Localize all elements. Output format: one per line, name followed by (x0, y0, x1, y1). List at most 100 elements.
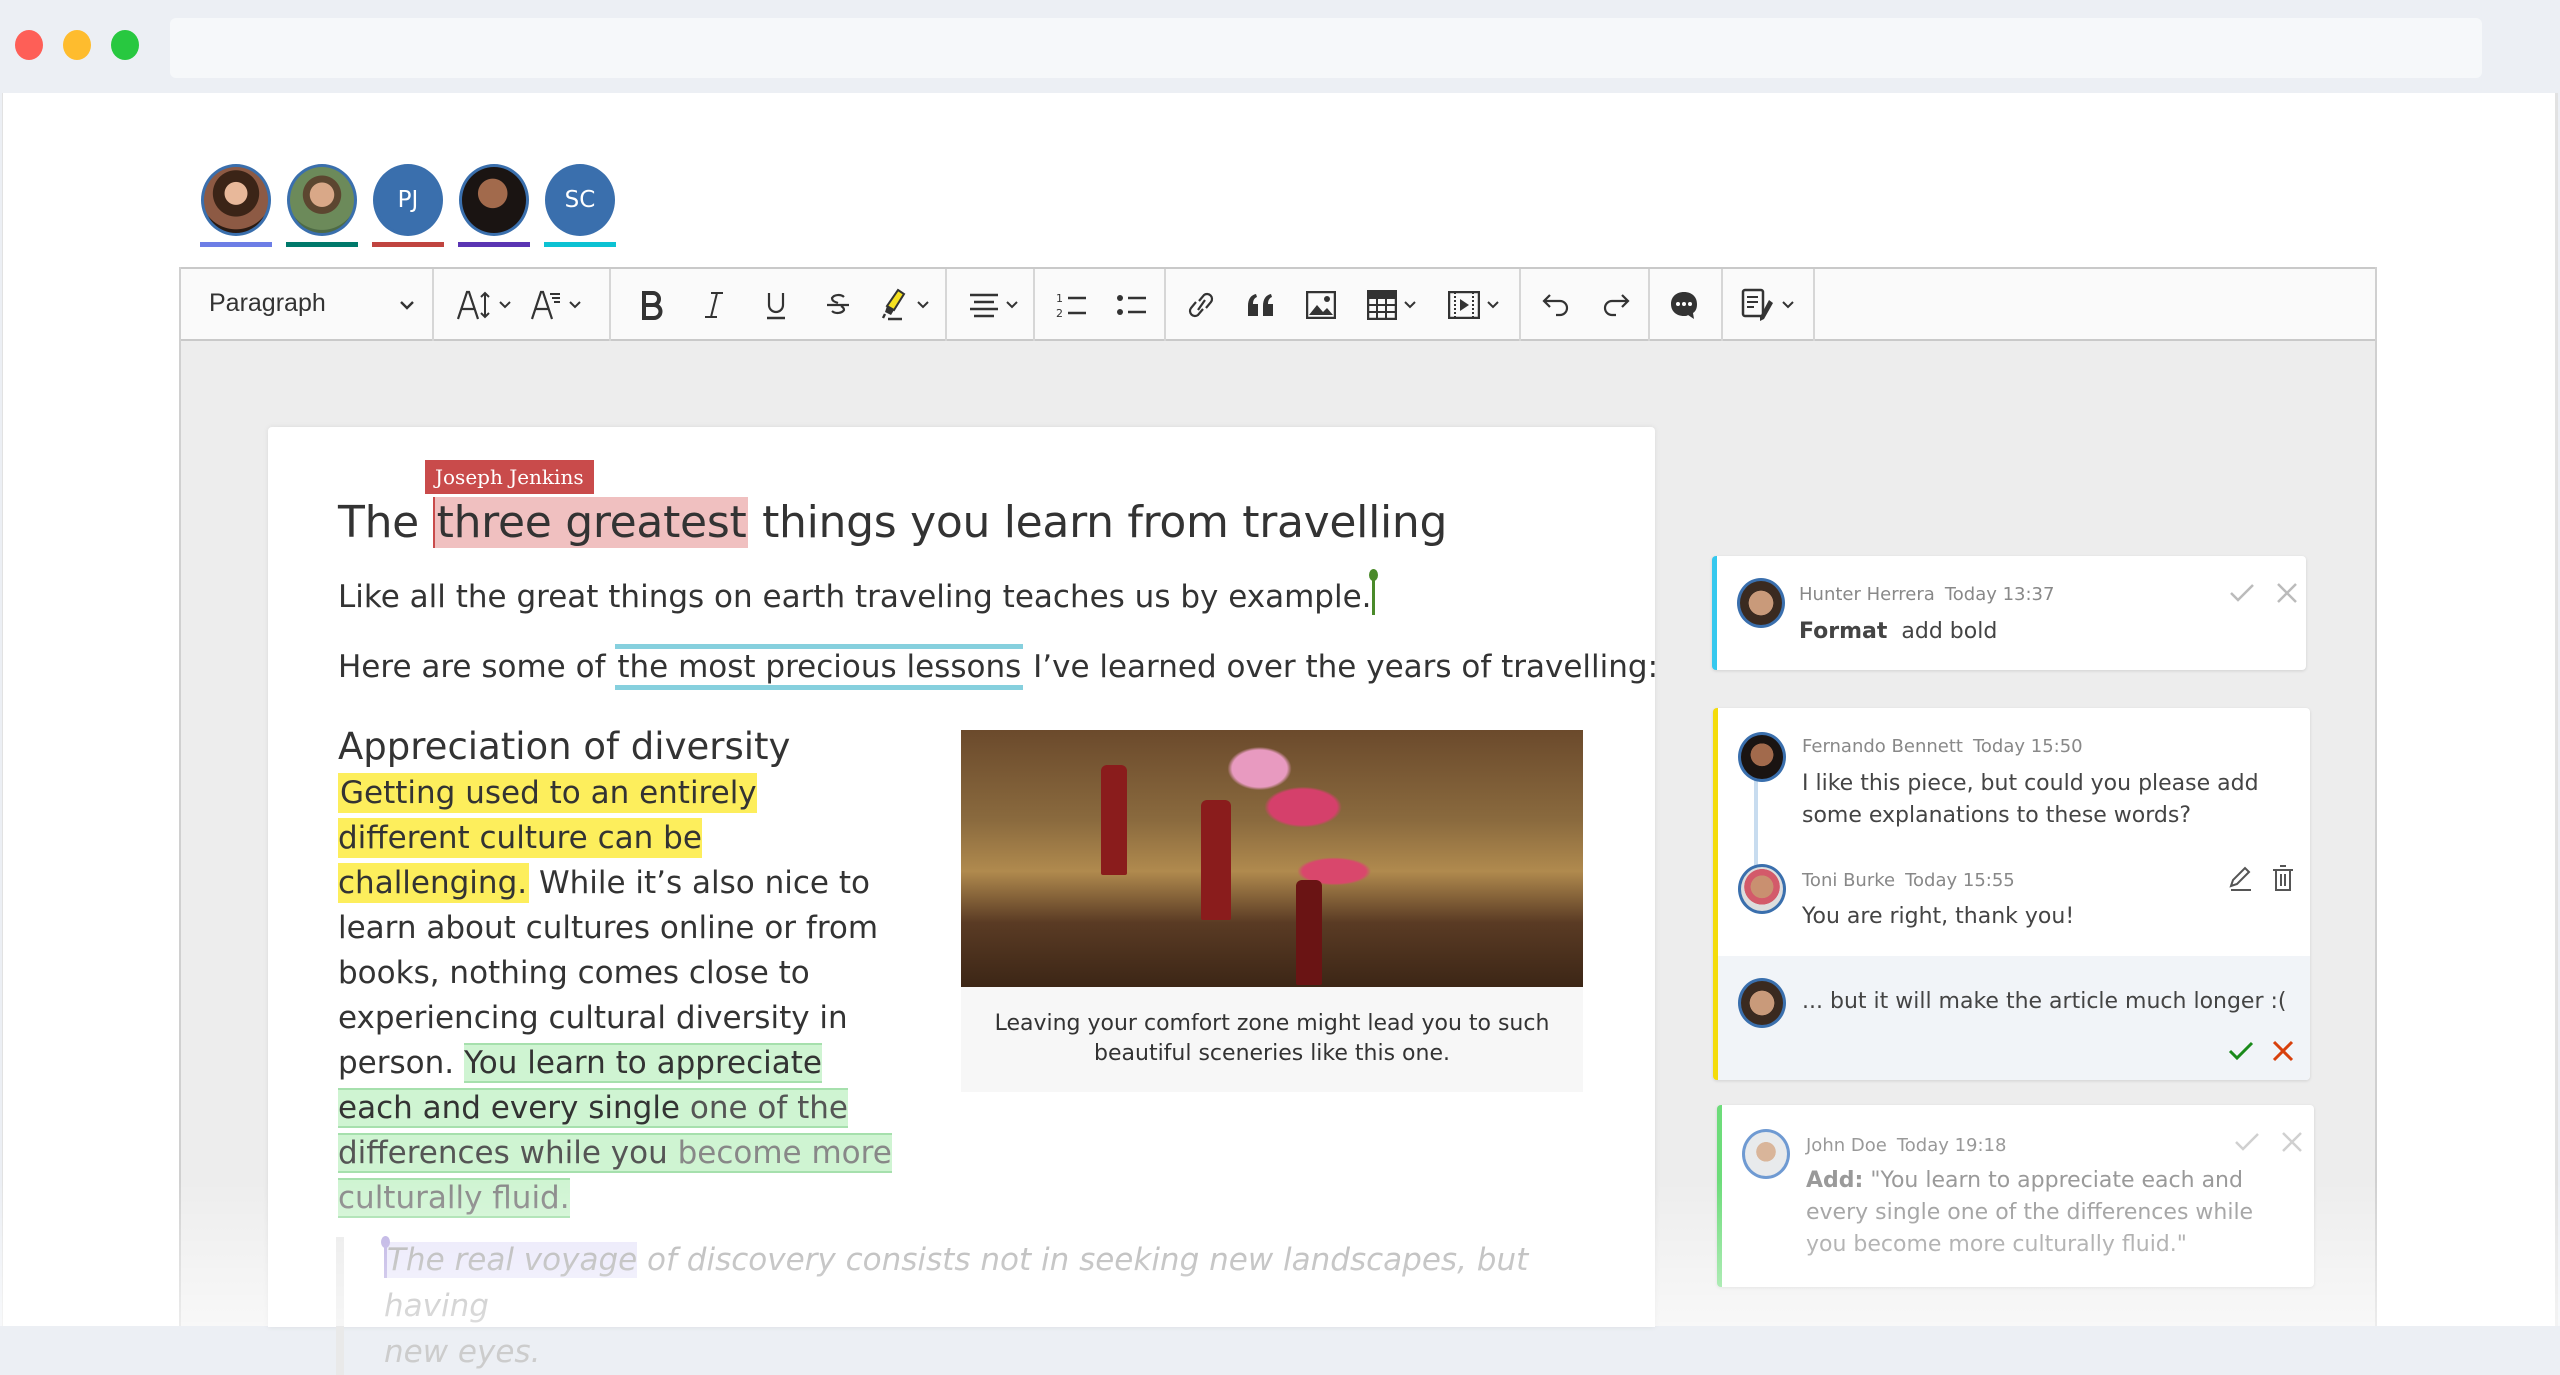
heading-dropdown[interactable]: Paragraph (181, 269, 431, 341)
font-family-button[interactable] (521, 285, 591, 325)
user-color-indicator (458, 242, 530, 247)
bulleted-list-icon (1117, 295, 1146, 315)
toolbar-separator (1519, 269, 1521, 341)
avatar[interactable]: SC (545, 164, 615, 236)
comment-icon (1671, 292, 1697, 319)
highlighter-icon (881, 288, 906, 321)
discard-suggestion-button[interactable] (2272, 578, 2302, 608)
minimize-window-button[interactable] (63, 30, 91, 60)
align-center-icon (970, 293, 998, 318)
toolbar-separator (945, 269, 947, 341)
redo-button[interactable] (1591, 285, 1641, 325)
italic-icon (705, 292, 723, 318)
image-figure[interactable]: Leaving your comfort zone might lead you… (961, 730, 1583, 1092)
accept-suggestion-button[interactable] (2232, 1127, 2262, 1157)
collaborator[interactable] (200, 164, 272, 247)
bulleted-list-button[interactable] (1107, 285, 1157, 325)
comment-marker[interactable]: the most precious lessons (615, 644, 1024, 690)
insert-media-button[interactable] (1439, 285, 1509, 325)
block-quote[interactable]: The real voyage of discovery consists no… (336, 1237, 1586, 1375)
chevron-down-icon (1404, 301, 1416, 309)
toolbar-separator (609, 269, 611, 341)
suggestion-type: Format (1799, 619, 1888, 644)
delete-comment-button[interactable] (2268, 863, 2298, 893)
browser-window: PJ SC Paragraph 1 2 Joseph Jenkins The t… (0, 0, 2560, 1375)
highlight-button[interactable] (869, 285, 939, 325)
avatar[interactable] (201, 164, 271, 236)
edit-comment-button[interactable] (2226, 863, 2256, 893)
chevron-down-icon (569, 301, 581, 309)
discard-suggestion-button[interactable] (2277, 1127, 2307, 1157)
collaborator[interactable] (286, 164, 358, 247)
comment-author: Hunter Herrera (1799, 584, 1935, 605)
avatar[interactable] (287, 164, 357, 236)
strikethrough-button[interactable] (813, 285, 863, 325)
chevron-down-icon (1487, 301, 1499, 309)
user-color-indicator (544, 242, 616, 247)
comment-thread[interactable]: Fernando Bennett Today 15:50 I like this … (1713, 708, 2310, 1080)
submit-reply-button[interactable] (2226, 1036, 2256, 1066)
paragraph-text: Like all the great things on earth trave… (338, 579, 1372, 615)
link-button[interactable] (1176, 285, 1226, 325)
suggestion-text: Add: "You learn to appreciate each and e… (1806, 1165, 2296, 1261)
comment-text: I like this piece, but could you please … (1802, 771, 2259, 828)
suggestion-text: Format add bold (1799, 616, 1997, 648)
avatar[interactable]: PJ (373, 164, 443, 236)
comment-time: Today 15:50 (1972, 736, 2083, 757)
font-size-icon (456, 290, 490, 320)
paragraph[interactable]: Like all the great things on earth trave… (338, 569, 1378, 615)
close-window-button[interactable] (15, 30, 43, 60)
undo-button[interactable] (1531, 285, 1581, 325)
reply-input[interactable]: ... but it will make the article much lo… (1802, 986, 2287, 1018)
comment-button[interactable] (1659, 285, 1709, 325)
alignment-button[interactable] (956, 285, 1032, 325)
collaborator[interactable] (458, 164, 530, 247)
suggestion-detail: add bold (1901, 619, 1998, 644)
image-detail (1201, 800, 1231, 920)
trash-icon (2273, 865, 2293, 891)
document-page[interactable]: Joseph Jenkins The three greatest things… (268, 427, 1658, 1375)
insert-table-button[interactable] (1357, 285, 1427, 325)
italic-button[interactable] (689, 285, 739, 325)
toolbar-separator (432, 269, 434, 341)
avatar (1738, 864, 1786, 914)
insert-image-button[interactable] (1296, 285, 1346, 325)
numbered-list-button[interactable]: 12 (1047, 285, 1097, 325)
address-bar[interactable] (170, 18, 2482, 78)
undo-icon (1542, 294, 1569, 317)
font-size-button[interactable] (449, 285, 519, 325)
suggestion-detail: "You learn to appreciate each and every … (1806, 1168, 2254, 1257)
section-heading[interactable]: Appreciation of diversity (338, 725, 790, 768)
paragraph[interactable]: Getting used to an entirely different cu… (338, 771, 898, 1221)
cancel-reply-button[interactable] (2268, 1036, 2298, 1066)
suggestion-card[interactable]: John Doe Today 19:18 Add: "You learn to a… (1717, 1105, 2314, 1287)
monks-with-umbrellas-image[interactable] (961, 730, 1583, 987)
numbered-list-icon: 12 (1056, 292, 1086, 319)
maximize-window-button[interactable] (111, 30, 139, 60)
heading-dropdown-label: Paragraph (209, 289, 326, 317)
bold-button[interactable] (627, 285, 677, 325)
underline-button[interactable] (751, 285, 801, 325)
image-caption[interactable]: Leaving your comfort zone might lead you… (961, 987, 1583, 1091)
collaborator[interactable]: PJ (372, 164, 444, 247)
suggestion-card[interactable]: Hunter Herrera Today 13:37 Format add bol… (1712, 556, 2306, 670)
avatar (1742, 1129, 1790, 1179)
image-detail (1101, 765, 1127, 875)
chevron-down-icon (1782, 301, 1794, 309)
close-icon (2272, 1040, 2294, 1062)
document-title[interactable]: The three greatest things you learn from… (338, 497, 1447, 548)
accept-suggestion-button[interactable] (2227, 578, 2257, 608)
suggestion-marker[interactable]: three greatest (432, 497, 749, 548)
block-quote-button[interactable] (1236, 285, 1286, 325)
paragraph[interactable]: Here are some of the most precious lesso… (338, 644, 1658, 690)
avatar[interactable] (459, 164, 529, 236)
paragraph-text: Here are some of (338, 649, 616, 685)
user-selection[interactable]: The real voyage (384, 1242, 638, 1278)
svg-text:2: 2 (1056, 307, 1063, 319)
user-color-indicator (200, 242, 272, 247)
comment-meta: John Doe Today 19:18 (1806, 1135, 2006, 1156)
avatar (1737, 578, 1785, 628)
collaborator[interactable]: SC (544, 164, 616, 247)
chevron-down-icon (400, 301, 414, 310)
track-changes-button[interactable] (1731, 285, 1805, 325)
